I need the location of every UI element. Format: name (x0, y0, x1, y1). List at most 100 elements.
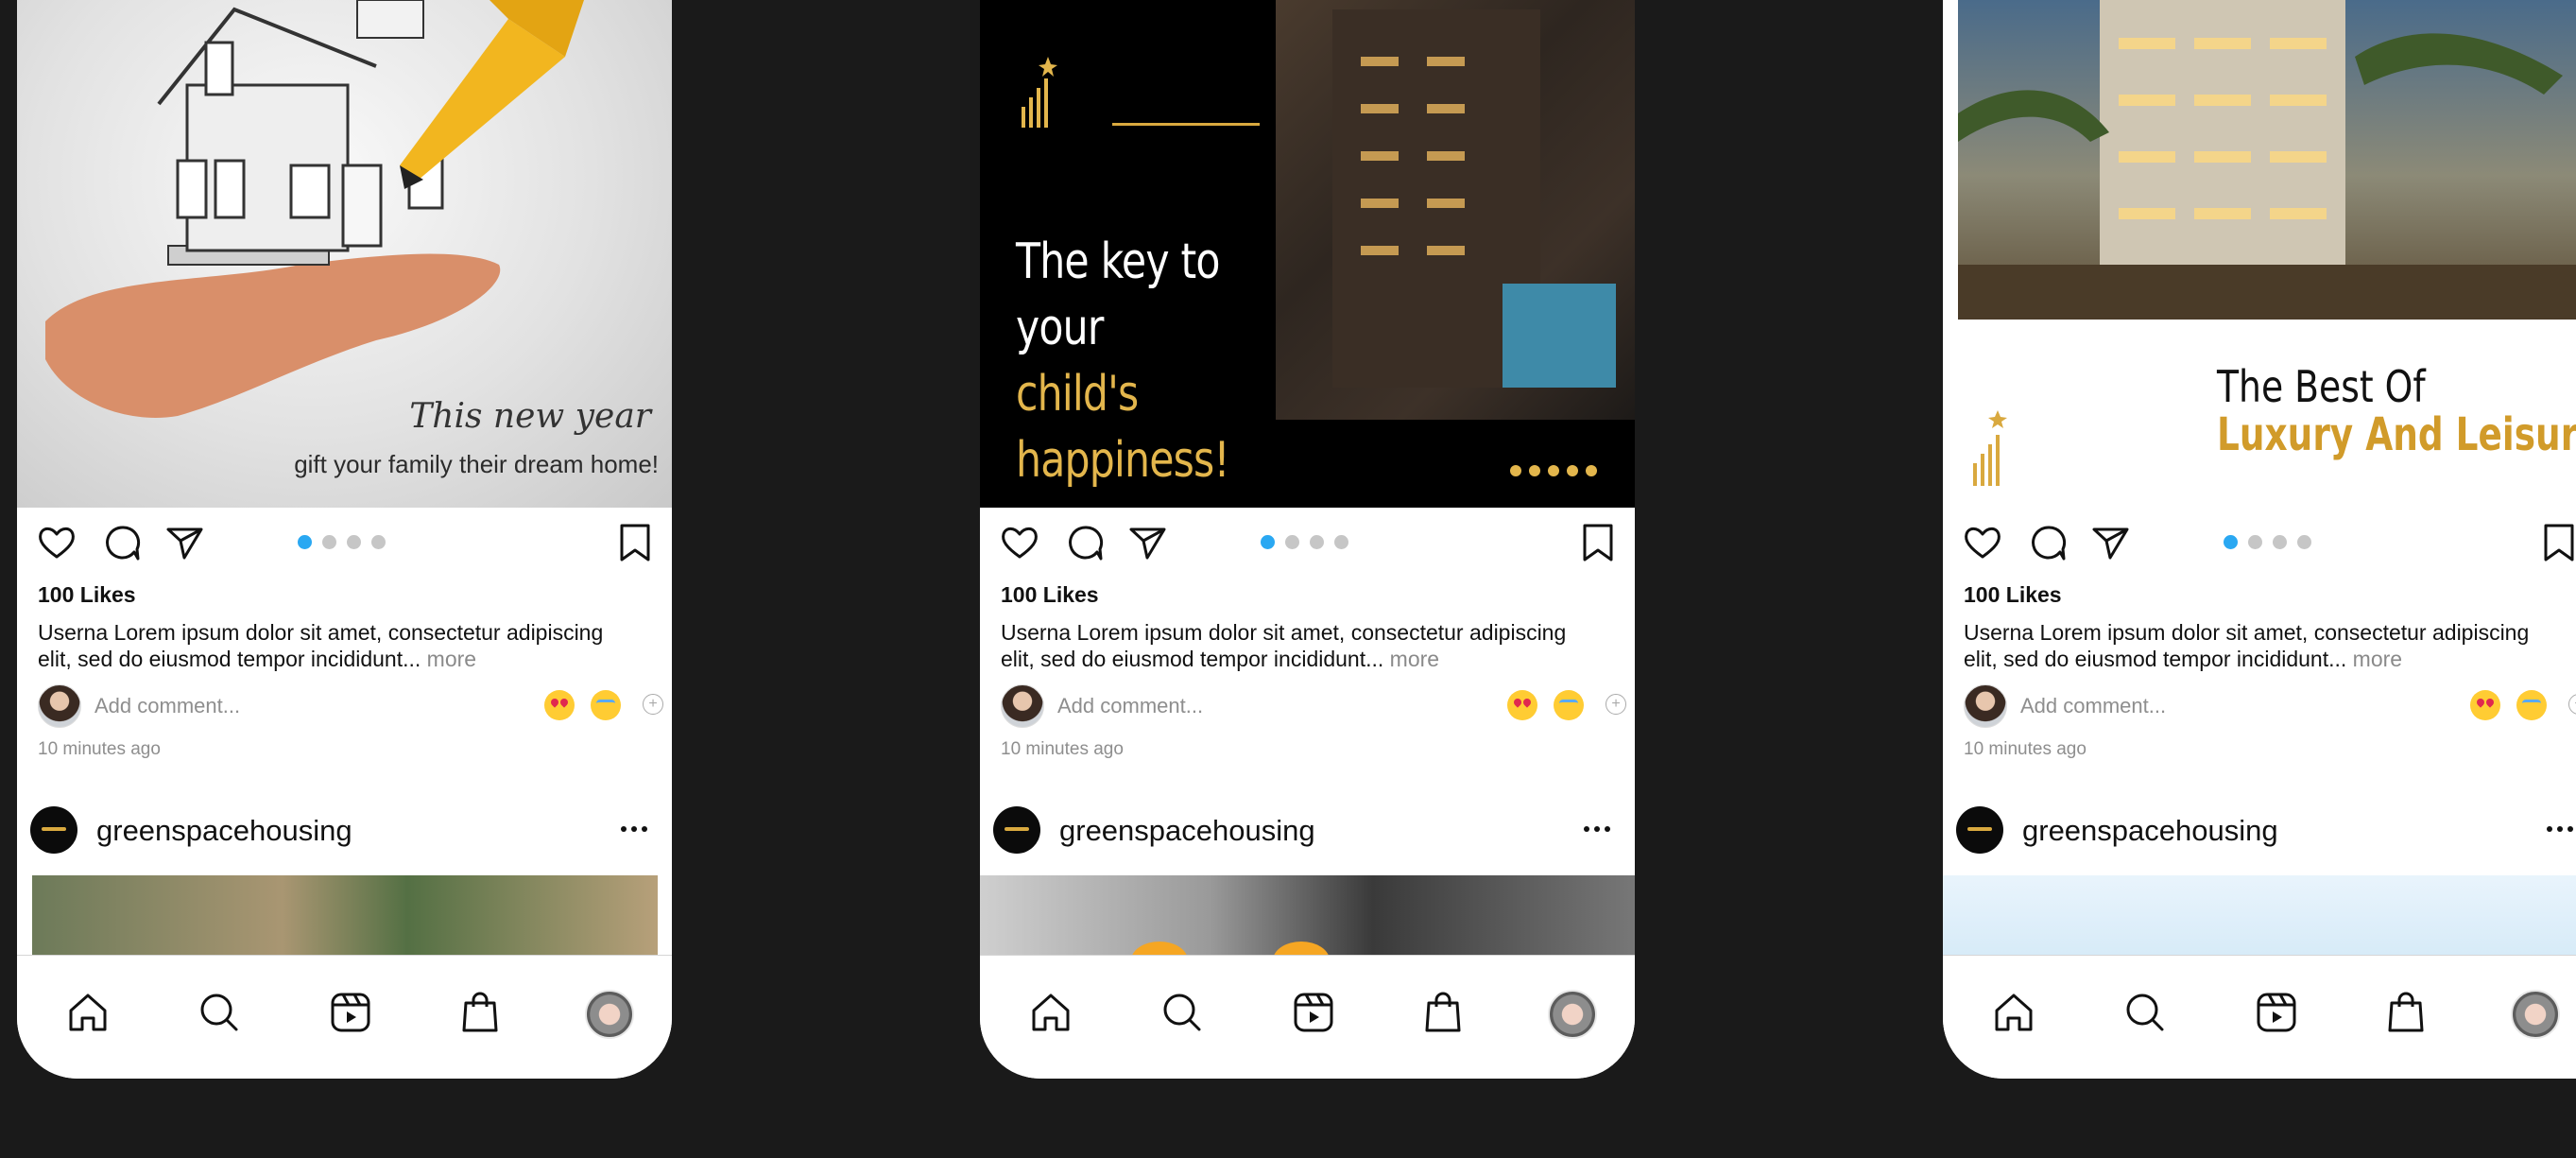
reels-icon[interactable] (2254, 990, 2299, 1035)
heart-eyes-emoji-icon[interactable] (544, 690, 575, 720)
heart-icon[interactable] (1962, 522, 2003, 563)
action-bar (1943, 518, 2576, 567)
caption-text: Userna Lorem ipsum dolor sit amet, conse… (1001, 620, 1567, 671)
home-icon[interactable] (1991, 990, 2036, 1035)
bottom-nav (980, 955, 1635, 1079)
comment-row: Add comment... + (1001, 684, 1626, 728)
brand-logo-icon (1022, 57, 1057, 128)
carousel-dot (371, 535, 386, 549)
post-image[interactable]: This new year gift your family their dre… (17, 0, 672, 508)
username[interactable]: greenspacehousing (96, 814, 352, 848)
brand-avatar[interactable] (1956, 806, 2003, 854)
title-line-3: happiness! (1016, 432, 1230, 489)
share-icon[interactable] (2089, 522, 2131, 563)
bottom-nav (1943, 955, 2576, 1079)
bookmark-icon[interactable] (1577, 522, 1619, 563)
brand-avatar[interactable] (30, 806, 77, 854)
post-image[interactable]: The Best Of Luxury And Leisure! (1943, 0, 2576, 508)
hero-title-line-2: Luxury And Leisure! (2217, 408, 2576, 461)
add-emoji-icon[interactable]: + (2568, 694, 2576, 715)
action-bar (980, 518, 1635, 567)
next-post-image[interactable] (1943, 875, 2576, 955)
heart-icon[interactable] (999, 522, 1040, 563)
share-icon[interactable] (1126, 522, 1168, 563)
title-line-1: The key to (1016, 233, 1220, 290)
carousel-indicator (1261, 535, 1348, 549)
shop-icon[interactable] (1420, 990, 1466, 1035)
search-icon[interactable] (2122, 990, 2168, 1035)
more-options-icon[interactable] (621, 820, 659, 838)
carousel-dot (1310, 535, 1324, 549)
hero-title: The key to your child's happiness! (1016, 229, 1230, 493)
heart-eyes-emoji-icon[interactable] (2470, 690, 2500, 720)
more-link[interactable]: more (1390, 647, 1439, 671)
carousel-dot-active (1261, 535, 1275, 549)
add-comment-input[interactable]: Add comment... (94, 694, 240, 718)
reels-icon[interactable] (1291, 990, 1336, 1035)
comment-icon[interactable] (102, 522, 144, 563)
add-comment-input[interactable]: Add comment... (1057, 694, 1203, 718)
bookmark-icon[interactable] (614, 522, 656, 563)
bottom-nav (17, 955, 672, 1079)
profile-avatar[interactable] (585, 990, 634, 1039)
likes-count[interactable]: 100 Likes (1001, 582, 1099, 608)
heart-eyes-emoji-icon[interactable] (1507, 690, 1537, 720)
heart-icon[interactable] (36, 522, 77, 563)
carousel-dot (347, 535, 361, 549)
avatar (38, 684, 81, 728)
profile-avatar[interactable] (1548, 990, 1597, 1039)
crying-emoji-icon[interactable] (591, 690, 621, 720)
username[interactable]: greenspacehousing (1059, 814, 1315, 848)
profile-avatar[interactable] (2511, 990, 2560, 1039)
carousel-dot (1334, 535, 1348, 549)
carousel-indicator (298, 535, 386, 549)
divider-line (1112, 123, 1260, 126)
reels-icon[interactable] (328, 990, 373, 1035)
timestamp: 10 minutes ago (1964, 739, 2087, 759)
carousel-dot-active (298, 535, 312, 549)
shop-icon[interactable] (457, 990, 503, 1035)
likes-count[interactable]: 100 Likes (38, 582, 136, 608)
post-image[interactable]: The key to your child's happiness! (980, 0, 1635, 508)
caption-text: Userna Lorem ipsum dolor sit amet, conse… (1964, 620, 2530, 671)
bookmark-icon[interactable] (2538, 522, 2576, 563)
next-post-header: greenspacehousing (993, 806, 1622, 856)
more-options-icon[interactable] (2547, 820, 2576, 838)
username[interactable]: greenspacehousing (2022, 814, 2278, 848)
more-link[interactable]: more (2353, 647, 2402, 671)
crying-emoji-icon[interactable] (2516, 690, 2547, 720)
hero-subtitle: gift your family their dream home! (294, 450, 659, 478)
search-icon[interactable] (1159, 990, 1205, 1035)
slide-dots (1510, 465, 1597, 476)
brand-avatar[interactable] (993, 806, 1040, 854)
likes-count[interactable]: 100 Likes (1964, 582, 2062, 608)
add-emoji-icon[interactable]: + (643, 694, 663, 715)
comment-row: Add comment... + (1964, 684, 2576, 728)
carousel-dot (1285, 535, 1299, 549)
shop-icon[interactable] (2383, 990, 2429, 1035)
script-text: This new year (409, 397, 651, 436)
add-emoji-icon[interactable]: + (1606, 694, 1626, 715)
more-options-icon[interactable] (1584, 820, 1622, 838)
home-icon[interactable] (65, 990, 111, 1035)
avatar (1001, 684, 1044, 728)
comment-icon[interactable] (2028, 522, 2069, 563)
post-caption: Userna Lorem ipsum dolor sit amet, conse… (1964, 619, 2568, 672)
more-link[interactable]: more (427, 647, 476, 671)
caption-text: Userna Lorem ipsum dolor sit amet, conse… (38, 620, 604, 671)
search-icon[interactable] (197, 990, 242, 1035)
carousel-indicator (2224, 535, 2311, 549)
title-line-2-gold: child's (1016, 366, 1139, 423)
share-icon[interactable] (163, 522, 205, 563)
next-post-image[interactable] (980, 875, 1635, 955)
comment-row: Add comment... + (38, 684, 663, 728)
home-icon[interactable] (1028, 990, 1073, 1035)
next-post-image[interactable] (32, 875, 658, 955)
crying-emoji-icon[interactable] (1554, 690, 1584, 720)
comment-icon[interactable] (1065, 522, 1107, 563)
resort-building-photo (1958, 0, 2576, 320)
next-post-header: greenspacehousing (30, 806, 659, 856)
brand-logo-icon (1973, 410, 2007, 486)
add-comment-input[interactable]: Add comment... (2020, 694, 2166, 718)
carousel-dot (2297, 535, 2311, 549)
